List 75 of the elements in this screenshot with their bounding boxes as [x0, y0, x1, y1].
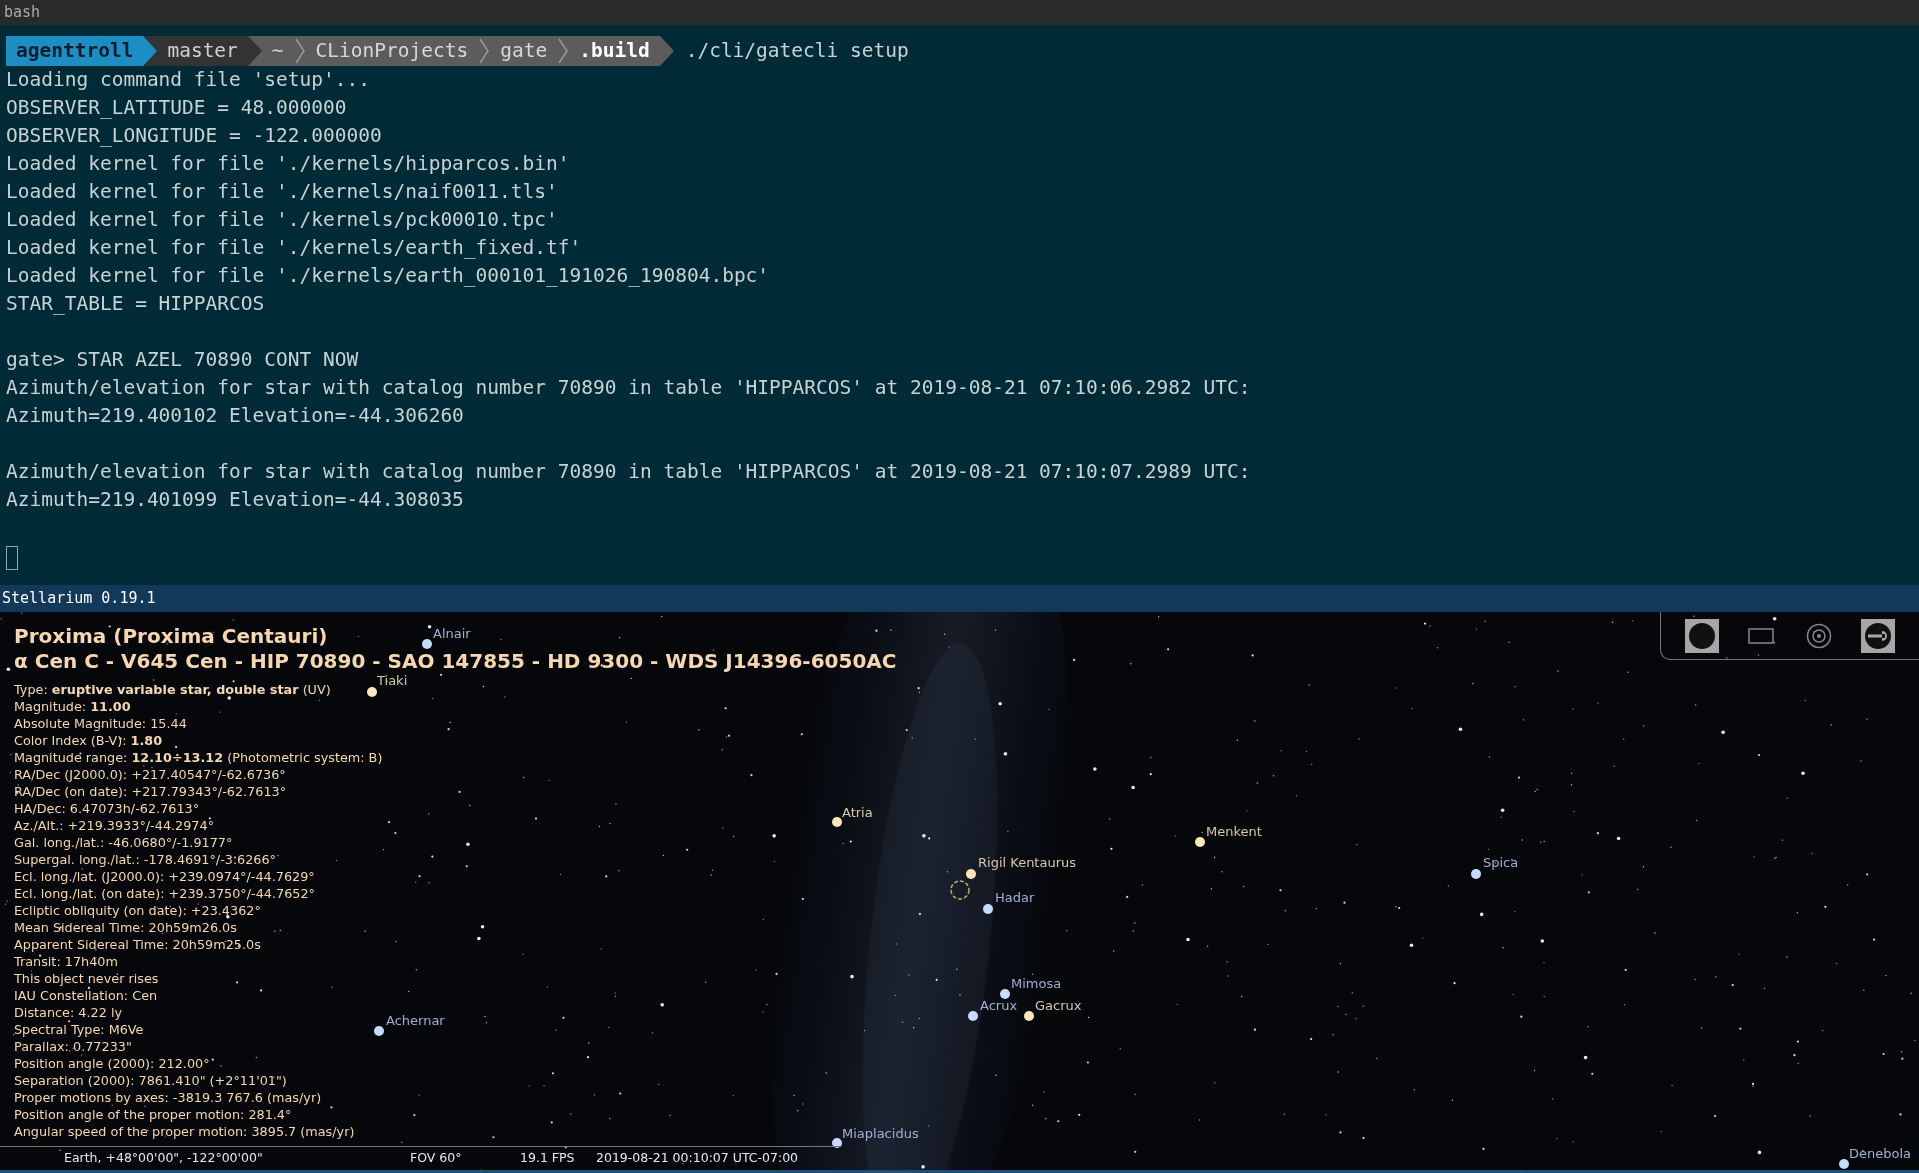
info-line: Position angle of the proper motion: 281.4°: [14, 1106, 292, 1123]
terminal-line: Azimuth/elevation for star with catalog number 70890 in table 'HIPPARCOS' at 2019-08-21 07:10:07.2989 UTC:: [6, 459, 1251, 485]
info-line: RA/Dec (on date): +217.79343°/-62.7613°: [14, 783, 287, 800]
disc-icon: [1688, 621, 1717, 650]
info-line: Parallax: 0.77233": [14, 1038, 132, 1055]
fps-text: 19.1 FPS: [520, 1149, 576, 1168]
star-label: Menkent: [1206, 823, 1262, 841]
arrow-separator-icon: [659, 36, 674, 66]
info-line: This object never rises: [14, 970, 159, 987]
info-line: Apparent Sidereal Time: 20h59m25.0s: [14, 936, 261, 953]
terminal-line: Loaded kernel for file './kernels/hipparcos.bin': [6, 151, 570, 177]
star-label: Tiaki: [377, 672, 408, 690]
object-title: Proxima (Proxima Centauri): [14, 624, 328, 649]
info-line: HA/Dec: 6.47073h/-62.7613°: [14, 800, 200, 817]
toolbar-button[interactable]: [1860, 618, 1895, 653]
info-line: Spectral Type: M6Ve: [14, 1021, 144, 1038]
object-title: α Cen C - V645 Cen - HIP 70890 - SAO 147855 - HD 9300 - WDS J14396-6050AC: [14, 649, 897, 674]
info-line: Magnitude: 11.00: [14, 698, 131, 715]
window-title-bar: Stellarium 0.19.1: [0, 585, 1919, 612]
wrench-icon: [1863, 621, 1892, 650]
star-label: Atria: [842, 804, 873, 822]
terminal-line: Loading command file 'setup'...: [6, 67, 370, 93]
terminal-line: Loaded kernel for file './kernels/naif0011.tls': [6, 179, 558, 205]
toolbar-button[interactable]: [1685, 618, 1720, 653]
info-line: Gal. long./lat.: -46.0680°/-1.9177°: [14, 834, 233, 851]
terminal-line: Azimuth=219.400102 Elevation=-44.306260: [6, 403, 464, 429]
star-label: Acrux: [980, 997, 1018, 1015]
terminal-line: Azimuth/elevation for star with catalog number 70890 in table 'HIPPARCOS' at 2019-08-21 07:10:06.2982 UTC:: [6, 375, 1251, 401]
info-line: Angular speed of the proper motion: 3895.7 (mas/yr): [14, 1123, 355, 1140]
star-label: Spica: [1483, 854, 1519, 872]
info-line: Position angle (2000): 212.00°: [14, 1055, 210, 1072]
info-line: Supergal. long./lat.: -178.4691°/-3.6266°: [14, 851, 276, 868]
window-title-bar: bash: [0, 0, 1919, 25]
star-label: Hadar: [995, 889, 1035, 907]
star-label: Miaplacidus: [842, 1125, 919, 1143]
info-line: Absolute Magnitude: 15.44: [14, 715, 187, 732]
info-line: IAU Constellation: Cen: [14, 987, 158, 1004]
info-line: Type: eruptive variable star, double star (UV): [14, 681, 331, 698]
prompt-segment: ~: [261, 36, 294, 66]
info-line: Color Index (B-V): 1.80: [14, 732, 163, 749]
info-line: RA/Dec (J2000.0): +217.40547°/-62.6736°: [14, 766, 286, 783]
terminal-line: OBSERVER_LATITUDE = 48.000000: [6, 95, 347, 121]
info-line: Proper motions by axes: -3819.3 767.6 (mas/yr): [14, 1089, 322, 1106]
terminal-line: STAR_TABLE = HIPPARCOS: [6, 291, 265, 317]
star-label: Alnair: [433, 625, 471, 643]
command-text: ./cli/gatecli setup: [685, 38, 909, 64]
terminal-line: Loaded kernel for file './kernels/earth_000101_191026_190804.bpc': [6, 263, 770, 289]
star-label: Gacrux: [1035, 997, 1082, 1015]
star-label: Mimosa: [1011, 975, 1062, 993]
location-text: Earth, +48°00'00", -122°00'00": [64, 1149, 264, 1168]
star-label: Achernar: [386, 1012, 445, 1030]
info-line: Distance: 4.22 ly: [14, 1004, 123, 1021]
info-line: Ecl. long./lat. (J2000.0): +239.0974°/-44.7629°: [14, 868, 315, 885]
info-line: Ecl. long./lat. (on date): +239.3750°/-44.7652°: [14, 885, 315, 902]
info-line: Transit: 17h40m: [14, 953, 118, 970]
terminal-line: gate> STAR AZEL 70890 CONT NOW: [6, 347, 359, 373]
star-label: Rigil Kentaurus: [978, 854, 1077, 872]
star-label: Denebola: [1849, 1145, 1912, 1163]
prompt-segment: gate: [490, 36, 558, 66]
info-line: Az./Alt.: +219.3933°/-44.2974°: [14, 817, 215, 834]
terminal-line: OBSERVER_LONGITUDE = -122.000000: [6, 123, 382, 149]
terminal-line: Loaded kernel for file './kernels/pck00010.tpc': [6, 207, 558, 233]
prompt-segment: CLionProjects: [305, 36, 479, 66]
info-line: Magnitude range: 12.10÷13.12 (Photometric system: B): [14, 749, 383, 766]
info-line: Ecliptic obliquity (on date): +23.4362°: [14, 902, 261, 919]
cursor-icon: [6, 546, 18, 570]
info-line: Mean Sidereal Time: 20h59m26.0s: [14, 919, 237, 936]
target-icon: [1806, 622, 1833, 649]
selection-marker-icon: [949, 879, 971, 901]
terminal-line: Azimuth=219.401099 Elevation=-44.308035: [6, 487, 464, 513]
info-line: Separation (2000): 7861.410" (+2°11'01"): [14, 1072, 287, 1089]
fov-text: FOV 60°: [410, 1149, 463, 1168]
terminal-line: Loaded kernel for file './kernels/earth_fixed.tf': [6, 235, 582, 261]
rectangle-icon: [1747, 627, 1774, 644]
datetime-text: 2019-08-21 00:10:07 UTC-07:00: [596, 1149, 799, 1168]
